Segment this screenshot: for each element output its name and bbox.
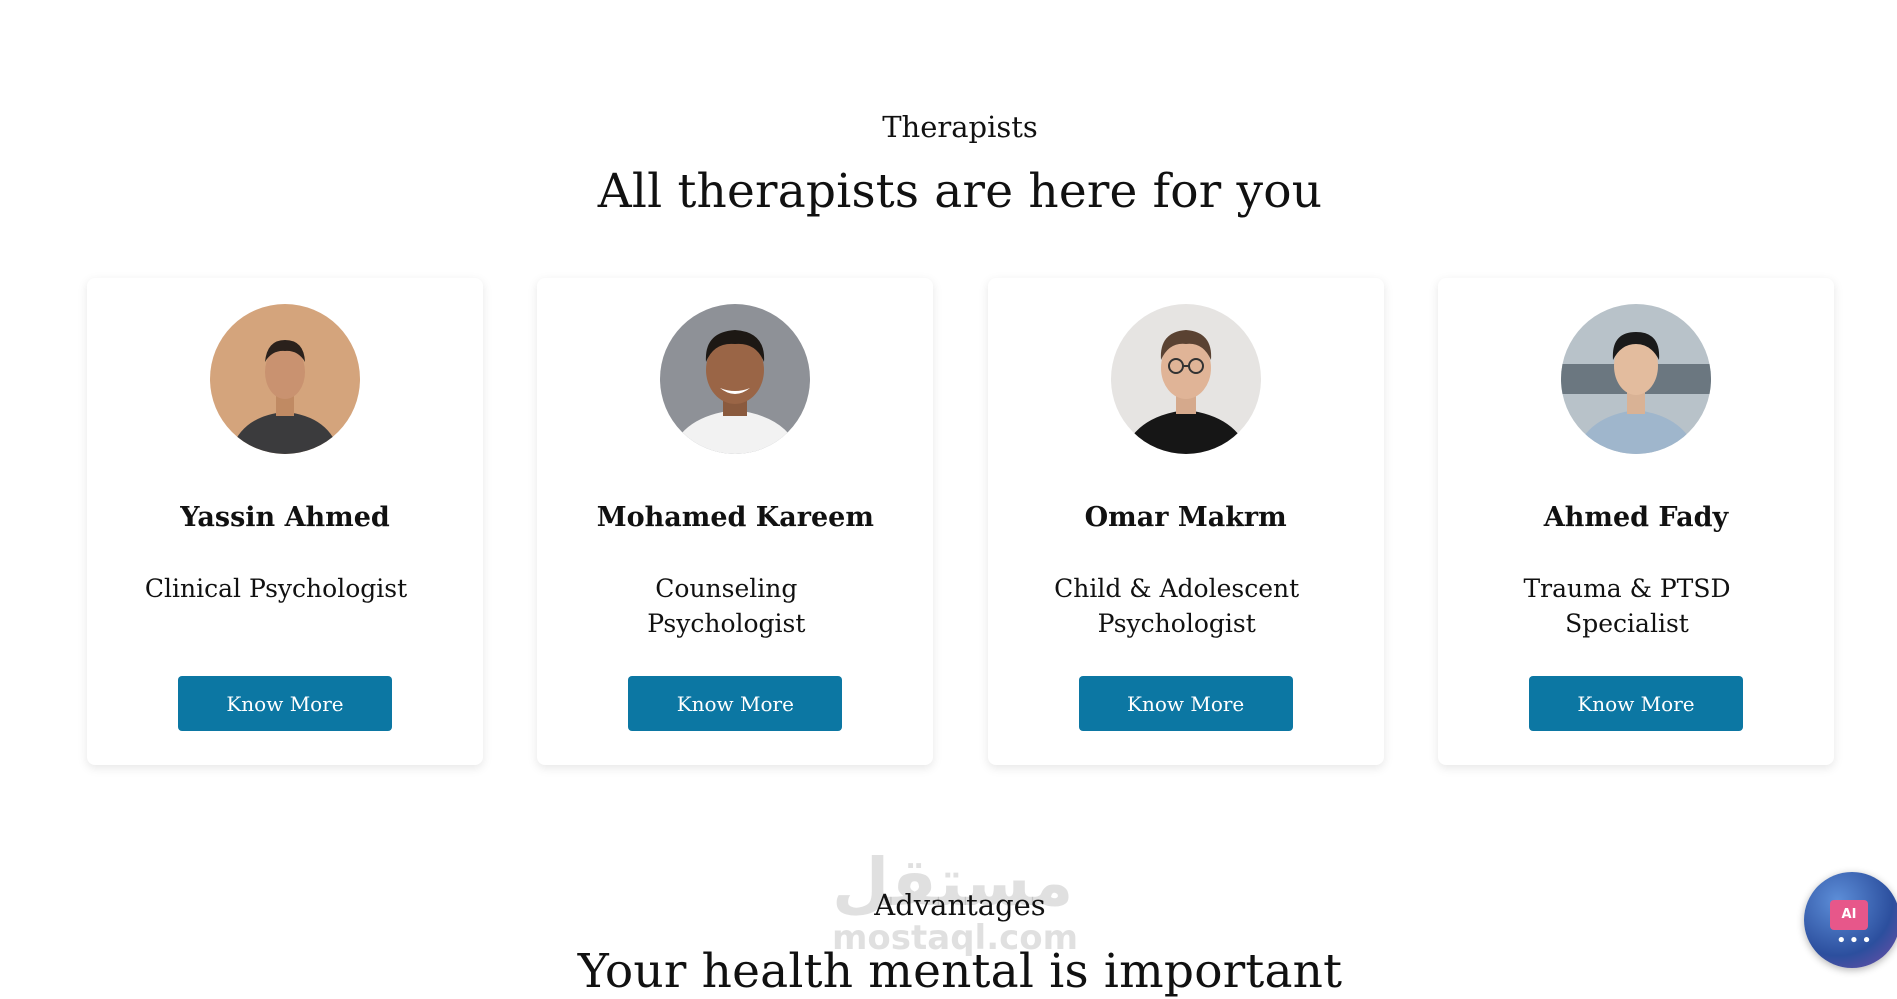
therapist-name: Ahmed Fady [1543, 502, 1729, 533]
therapist-cards: Yassin Ahmed Clinical Psychologist Know … [87, 278, 1834, 765]
therapist-name: Omar Makrm [1084, 502, 1287, 533]
therapist-name: Yassin Ahmed [180, 502, 390, 533]
therapists-title: All therapists are here for you [597, 164, 1323, 219]
therapist-avatar [660, 304, 811, 454]
therapist-avatar [210, 304, 360, 454]
know-more-button[interactable]: Know More [1078, 676, 1293, 731]
know-more-button[interactable]: Know More [1528, 676, 1743, 731]
know-more-button[interactable]: Know More [628, 676, 843, 731]
therapist-card: Yassin Ahmed Clinical Psychologist Know … [87, 278, 483, 765]
therapist-role: Clinical Psychologist [144, 574, 408, 603]
therapist-role: Counseling Psychologist [647, 574, 806, 638]
therapist-card: Omar Makrm Child & Adolescent Psychologi… [987, 278, 1384, 765]
therapist-name: Mohamed Kareem [596, 502, 874, 533]
therapist-card: Mohamed Kareem Counseling Psychologist K… [537, 278, 934, 765]
ai-chip-icon: AI [1830, 900, 1868, 930]
therapists-eyebrow: Therapists [882, 110, 1038, 144]
more-dots-icon: ••• [1836, 930, 1874, 951]
therapist-avatar [1110, 304, 1261, 454]
advantages-title: Your health mental is important [577, 944, 1343, 999]
therapist-role: Trauma & PTSD Specialist [1523, 574, 1731, 638]
therapist-card: Ahmed Fady Trauma & PTSD Specialist Know… [1437, 278, 1834, 765]
ai-assistant-button[interactable]: AI ••• [1804, 872, 1897, 968]
therapist-avatar [1560, 304, 1711, 454]
therapist-role: Child & Adolescent Psychologist [1054, 574, 1300, 638]
advantages-eyebrow: Advantages [874, 888, 1046, 922]
know-more-button[interactable]: Know More [178, 676, 392, 731]
